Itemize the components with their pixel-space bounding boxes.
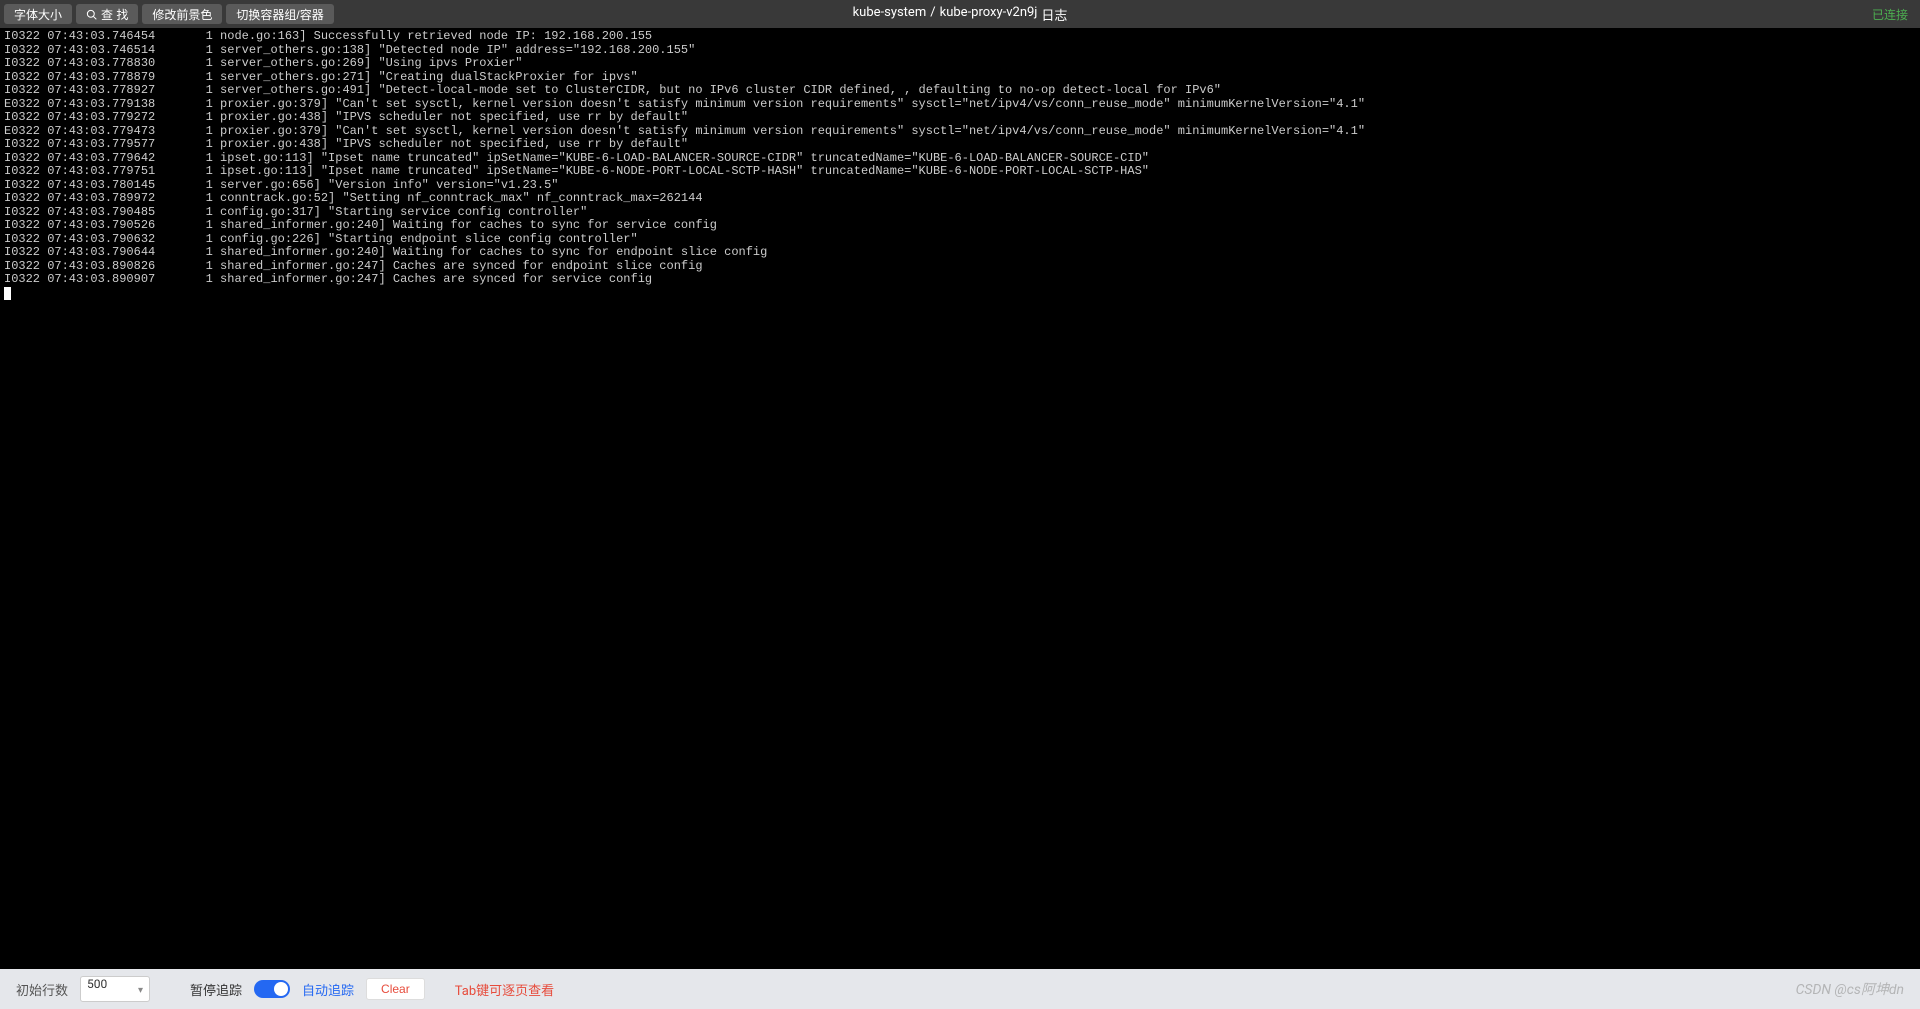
status-connected: 已连接 [1872, 6, 1916, 23]
log-line: I0322 07:43:03.778927 1 server_others.go… [4, 84, 1916, 98]
log-line: I0322 07:43:03.779577 1 proxier.go:438] … [4, 138, 1916, 152]
log-line: I0322 07:43:03.779642 1 ipset.go:113] "I… [4, 152, 1916, 166]
initial-lines-value: 500 [87, 977, 107, 991]
clear-button[interactable]: Clear [366, 978, 425, 1000]
log-line: I0322 07:43:03.778879 1 server_others.go… [4, 71, 1916, 85]
search-button[interactable]: 查 找 [76, 4, 138, 24]
log-line: I0322 07:43:03.778830 1 server_others.go… [4, 57, 1916, 71]
search-icon [86, 9, 97, 20]
log-line: I0322 07:43:03.779751 1 ipset.go:113] "I… [4, 165, 1916, 179]
pause-track-toggle[interactable] [254, 980, 290, 998]
log-line: E0322 07:43:03.779138 1 proxier.go:379] … [4, 98, 1916, 112]
breadcrumb-suffix: 日志 [1041, 5, 1067, 24]
auto-track-label: 自动追踪 [302, 980, 354, 999]
toggle-knob [274, 982, 288, 996]
terminal-cursor [4, 287, 11, 300]
log-line: I0322 07:43:03.790526 1 shared_informer.… [4, 219, 1916, 233]
log-line: E0322 07:43:03.779473 1 proxier.go:379] … [4, 125, 1916, 139]
log-line: I0322 07:43:03.890907 1 shared_informer.… [4, 273, 1916, 287]
log-line: I0322 07:43:03.890826 1 shared_informer.… [4, 260, 1916, 274]
breadcrumb-pod: kube-proxy-v2n9j [940, 5, 1038, 24]
font-size-button[interactable]: 字体大小 [4, 4, 72, 24]
breadcrumb-namespace: kube-system [853, 5, 927, 24]
log-line: I0322 07:43:03.790632 1 config.go:226] "… [4, 233, 1916, 247]
log-line: I0322 07:43:03.789972 1 conntrack.go:52]… [4, 192, 1916, 206]
log-line: I0322 07:43:03.779272 1 proxier.go:438] … [4, 111, 1916, 125]
initial-lines-label: 初始行数 [16, 980, 68, 999]
log-line: I0322 07:43:03.790644 1 shared_informer.… [4, 246, 1916, 260]
pause-track-label: 暂停追踪 [190, 980, 242, 999]
initial-lines-select[interactable]: 500 ▾ [80, 976, 150, 1002]
tab-hint: Tab键可逐页查看 [455, 980, 554, 999]
log-line: I0322 07:43:03.790485 1 config.go:317] "… [4, 206, 1916, 220]
chevron-down-icon: ▾ [138, 985, 143, 996]
log-terminal[interactable]: I0322 07:43:03.746454 1 node.go:163] Suc… [0, 28, 1920, 969]
log-line: I0322 07:43:03.746454 1 node.go:163] Suc… [4, 30, 1916, 44]
change-fg-color-button[interactable]: 修改前景色 [142, 4, 222, 24]
log-line: I0322 07:43:03.780145 1 server.go:656] "… [4, 179, 1916, 193]
bottom-bar: 初始行数 500 ▾ 暂停追踪 自动追踪 Clear Tab键可逐页查看 CSD… [0, 969, 1920, 1009]
top-bar: 字体大小 查 找 修改前景色 切换容器组/容器 kube-system / ku… [0, 0, 1920, 28]
log-line: I0322 07:43:03.746514 1 server_others.go… [4, 44, 1916, 58]
breadcrumb: kube-system / kube-proxy-v2n9j 日志 [853, 5, 1068, 24]
search-button-label: 查 找 [101, 6, 128, 23]
watermark: CSDN @cs阿坤dn [1796, 979, 1904, 999]
toolbar-buttons: 字体大小 查 找 修改前景色 切换容器组/容器 [4, 4, 334, 24]
switch-container-button[interactable]: 切换容器组/容器 [226, 4, 333, 24]
breadcrumb-separator: / [930, 5, 935, 24]
